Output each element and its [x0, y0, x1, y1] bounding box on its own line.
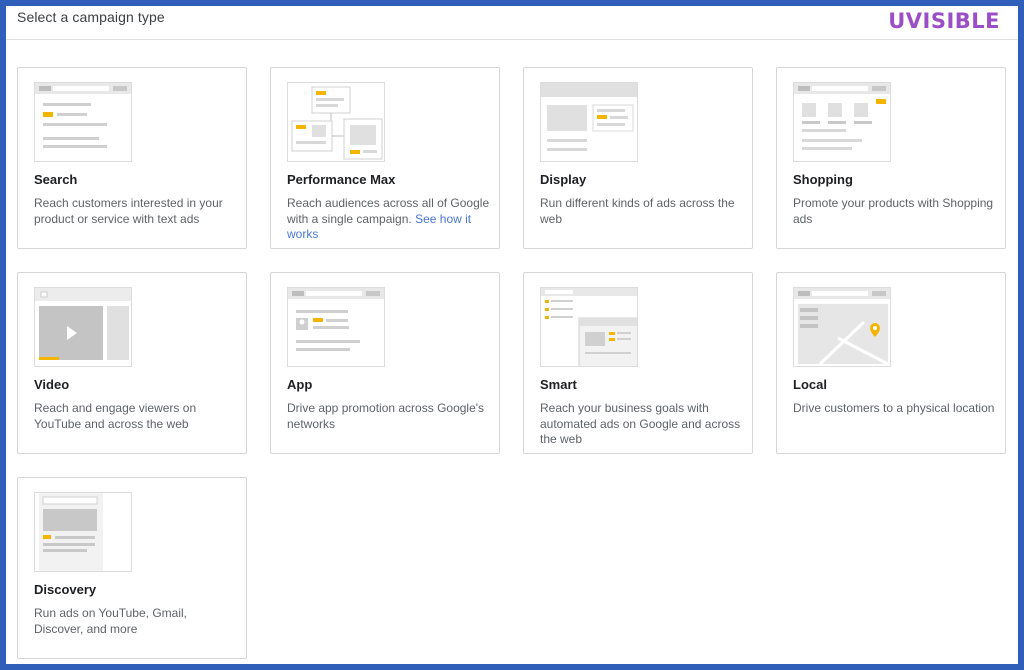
card-description: Run different kinds of ads across the we…: [540, 196, 735, 226]
card-title: Display: [540, 172, 587, 187]
card-title: Local: [793, 377, 827, 392]
campaign-type-dialog: Select a campaign type UVISIBLE Search R…: [6, 6, 1018, 664]
local-ad-preview-icon: [793, 287, 891, 367]
card-title: Smart: [540, 377, 577, 392]
dialog-header: Select a campaign type UVISIBLE: [6, 6, 1018, 40]
campaign-card-performance-max[interactable]: Performance Max Reach audiences across a…: [270, 67, 500, 249]
card-title: App: [287, 377, 313, 392]
campaign-card-search[interactable]: Search Reach customers interested in you…: [17, 67, 247, 249]
app-ad-preview-icon: [287, 287, 385, 367]
campaign-card-video[interactable]: Video Reach and engage viewers on YouTub…: [17, 272, 247, 454]
card-title: Performance Max: [287, 172, 396, 187]
campaign-card-discovery[interactable]: Discovery Run ads on YouTube, Gmail, Dis…: [17, 477, 247, 659]
card-title: Video: [34, 377, 70, 392]
card-description: Run ads on YouTube, Gmail, Discover, and…: [34, 606, 187, 636]
brand-logo: UVISIBLE: [888, 9, 1000, 33]
campaign-card-smart[interactable]: Smart Reach your business goals with aut…: [523, 272, 753, 454]
video-ad-preview-icon: [34, 287, 132, 367]
campaign-card-display[interactable]: Display Run different kinds of ads acros…: [523, 67, 753, 249]
campaign-card-app[interactable]: App Drive app promotion across Google's …: [270, 272, 500, 454]
search-ad-preview-icon: [34, 82, 132, 162]
performance-max-preview-icon: [287, 82, 385, 162]
card-description: Drive customers to a physical location: [793, 401, 995, 415]
card-title: Shopping: [793, 172, 853, 187]
shopping-ad-preview-icon: [793, 82, 891, 162]
card-description: Reach audiences across all of Google wit…: [287, 196, 490, 241]
smart-ad-preview-icon: [540, 287, 638, 367]
card-description: Promote your products with Shopping ads: [793, 196, 994, 226]
display-ad-preview-icon: [540, 82, 638, 162]
page-title: Select a campaign type: [17, 9, 165, 25]
card-title: Search: [34, 172, 78, 187]
card-description: Reach your business goals with automated…: [540, 401, 741, 446]
card-description: Reach and engage viewers on YouTube and …: [34, 401, 197, 431]
campaign-card-shopping[interactable]: Shopping Promote your products with Shop…: [776, 67, 1006, 249]
card-description: Drive app promotion across Google's netw…: [287, 401, 485, 431]
discovery-ad-preview-icon: [34, 492, 132, 572]
card-description: Reach customers interested in your produ…: [34, 196, 223, 226]
card-title: Discovery: [34, 582, 97, 597]
campaign-card-local[interactable]: Local Drive customers to a physical loca…: [776, 272, 1006, 454]
